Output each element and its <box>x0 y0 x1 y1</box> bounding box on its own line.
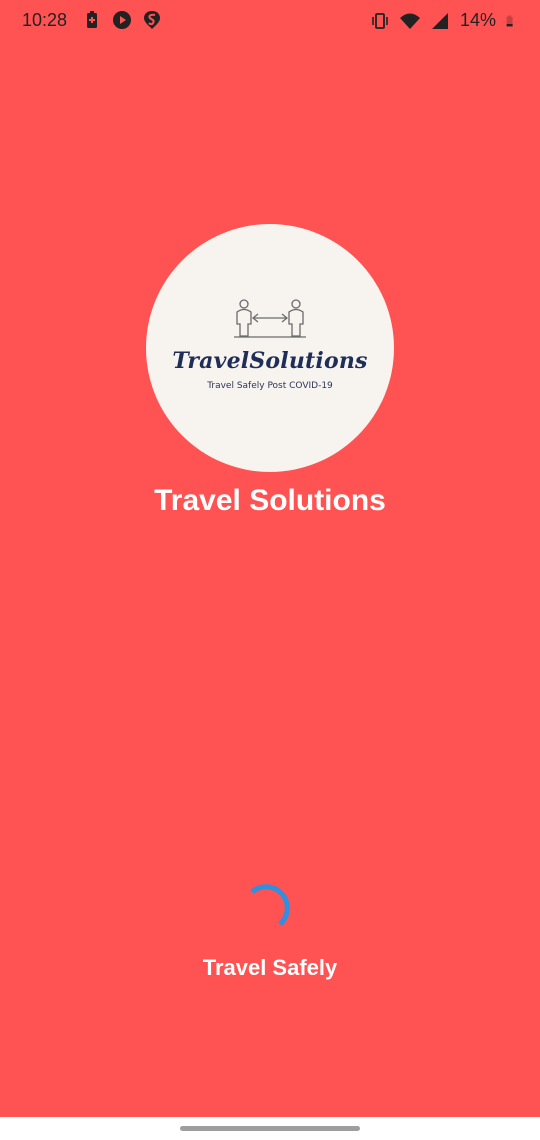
app-title: Travel Solutions <box>154 484 386 517</box>
signal-icon <box>431 12 448 29</box>
logo-tagline: Travel Safely Post COVID-19 <box>207 381 333 391</box>
battery-low-icon <box>506 15 513 26</box>
swiggy-icon <box>144 11 160 29</box>
battery-saver-icon <box>87 11 97 28</box>
social-distancing-icon <box>234 299 306 338</box>
status-bar: 10:28 14% <box>0 0 540 40</box>
battery-percent: 14% <box>459 10 496 30</box>
gesture-nav-bar <box>0 1117 540 1140</box>
status-left-icons <box>82 10 162 30</box>
play-icon <box>113 11 131 29</box>
home-gesture-handle[interactable] <box>180 1126 360 1131</box>
vibrate-icon <box>372 12 388 29</box>
splash-screen: 10:28 14% TravelSolutions Travel Safely … <box>0 0 540 1140</box>
app-logo: TravelSolutions Travel Safely Post COVID… <box>146 224 394 472</box>
wifi-icon <box>399 13 420 29</box>
loading-label: Travel Safely <box>202 955 338 980</box>
status-time: 10:28 <box>22 10 68 30</box>
status-right: 14% <box>370 10 518 31</box>
logo-wordmark: TravelSolutions <box>172 348 368 374</box>
loading-spinner-icon <box>250 884 290 926</box>
